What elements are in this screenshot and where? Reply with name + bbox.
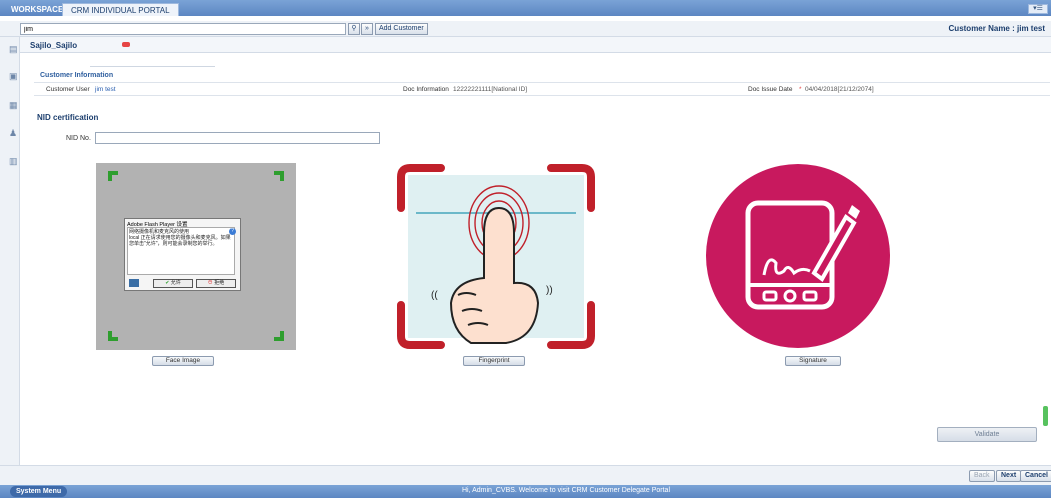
- customer-name-label: Customer Name : jim test: [948, 24, 1045, 33]
- left-sidebar: ▤ ▣ ▦ ♟ ▥: [0, 37, 20, 485]
- svg-text:)): )): [546, 285, 553, 296]
- divider: [90, 66, 215, 67]
- menu-collapse-icon[interactable]: ▾☰: [1028, 4, 1048, 14]
- deny-button[interactable]: ⊖ 拒绝: [196, 279, 236, 288]
- close-tab-icon[interactable]: [122, 42, 130, 47]
- fingerprint-icon: (( )): [397, 164, 595, 349]
- customer-info-row: Customer User jim test Doc Information 1…: [34, 82, 1050, 96]
- customer-user-label: Customer User: [46, 86, 90, 93]
- back-button[interactable]: Back: [969, 470, 995, 482]
- workspace-tab[interactable]: WORKSPACE: [8, 3, 66, 16]
- customer-subtab-bar: Sajilo_Sajilo: [20, 37, 1051, 53]
- doc-issue-date-label: Doc Issue Date: [748, 86, 793, 93]
- help-icon[interactable]: ?: [229, 228, 236, 235]
- flash-dialog-text2: local 正在请求使用您的摄像头和麦克风。如果您单击"允许"，则可能会录制您的…: [129, 235, 231, 247]
- flash-dialog-body: 网络摄像机和麦克风的使用 local 正在请求使用您的摄像头和麦克风。如果您单击…: [127, 227, 235, 275]
- svg-text:((: ((: [431, 290, 438, 301]
- validate-button[interactable]: Validate: [937, 427, 1037, 442]
- signature-pad-icon: [706, 164, 890, 348]
- doc-information-label: Doc Information: [403, 86, 449, 93]
- tab-crm-individual-portal[interactable]: CRM INDIVIDUAL PORTAL: [62, 3, 179, 16]
- required-marker: *: [799, 86, 802, 93]
- webcam-settings-icon[interactable]: [129, 279, 139, 287]
- next-button[interactable]: Next: [996, 470, 1022, 482]
- nid-no-input[interactable]: [95, 132, 380, 144]
- deny-icon: ⊖: [207, 280, 213, 286]
- allow-button[interactable]: ✔ 允许: [153, 279, 193, 288]
- sidebar-list-icon[interactable]: ▥: [9, 157, 18, 166]
- system-menu-button[interactable]: System Menu: [10, 486, 68, 497]
- doc-information-value: 12222221111[National ID]: [453, 86, 528, 93]
- nid-certification-title: NID certification: [37, 113, 99, 122]
- double-chevron-icon[interactable]: »: [361, 23, 373, 35]
- check-icon: ✔: [165, 280, 170, 286]
- fingerprint-button[interactable]: Fingerprint: [463, 356, 525, 366]
- flash-settings-dialog: Adobe Flash Player 设置 网络摄像机和麦克风的使用 local…: [124, 218, 241, 291]
- face-image-button[interactable]: Face Image: [152, 356, 214, 366]
- sidebar-document-icon[interactable]: ▤: [9, 45, 18, 54]
- customer-search-bar: ⚲ » Add Customer Customer Name : jim tes…: [0, 21, 1051, 37]
- customer-user-value[interactable]: jim test: [95, 86, 116, 93]
- wizard-navigation: Back Next Cancel: [0, 465, 1051, 485]
- customer-information-title: Customer Information: [40, 72, 114, 79]
- customer-search-input[interactable]: [20, 23, 346, 35]
- fingerprint-capture[interactable]: (( )): [396, 163, 596, 350]
- tab-sajilo[interactable]: Sajilo_Sajilo: [30, 41, 77, 50]
- nid-no-label: NID No.: [66, 135, 91, 142]
- top-tab-bar: WORKSPACE CRM INDIVIDUAL PORTAL ▾☰: [0, 0, 1051, 16]
- welcome-message: Hi, Admin_CVBS. Welcome to visit CRM Cus…: [462, 487, 670, 494]
- status-bar: System Menu Hi, Admin_CVBS. Welcome to v…: [0, 485, 1051, 498]
- sidebar-user-icon[interactable]: ♟: [9, 129, 18, 138]
- face-image-capture[interactable]: Adobe Flash Player 设置 网络摄像机和麦克风的使用 local…: [96, 163, 296, 350]
- sidebar-card-icon[interactable]: ▦: [9, 101, 18, 110]
- signature-button[interactable]: Signature: [785, 356, 841, 366]
- add-customer-button[interactable]: Add Customer: [375, 23, 428, 35]
- signature-capture[interactable]: [706, 163, 891, 350]
- cancel-button[interactable]: Cancel: [1020, 470, 1051, 482]
- search-icon[interactable]: ⚲: [348, 23, 360, 35]
- scroll-indicator[interactable]: [1043, 406, 1048, 426]
- main-content: Customer Information Customer User jim t…: [20, 53, 1051, 465]
- sidebar-profile-icon[interactable]: ▣: [9, 72, 18, 81]
- doc-issue-date-value: 04/04/2018[21/12/2074]: [805, 86, 874, 93]
